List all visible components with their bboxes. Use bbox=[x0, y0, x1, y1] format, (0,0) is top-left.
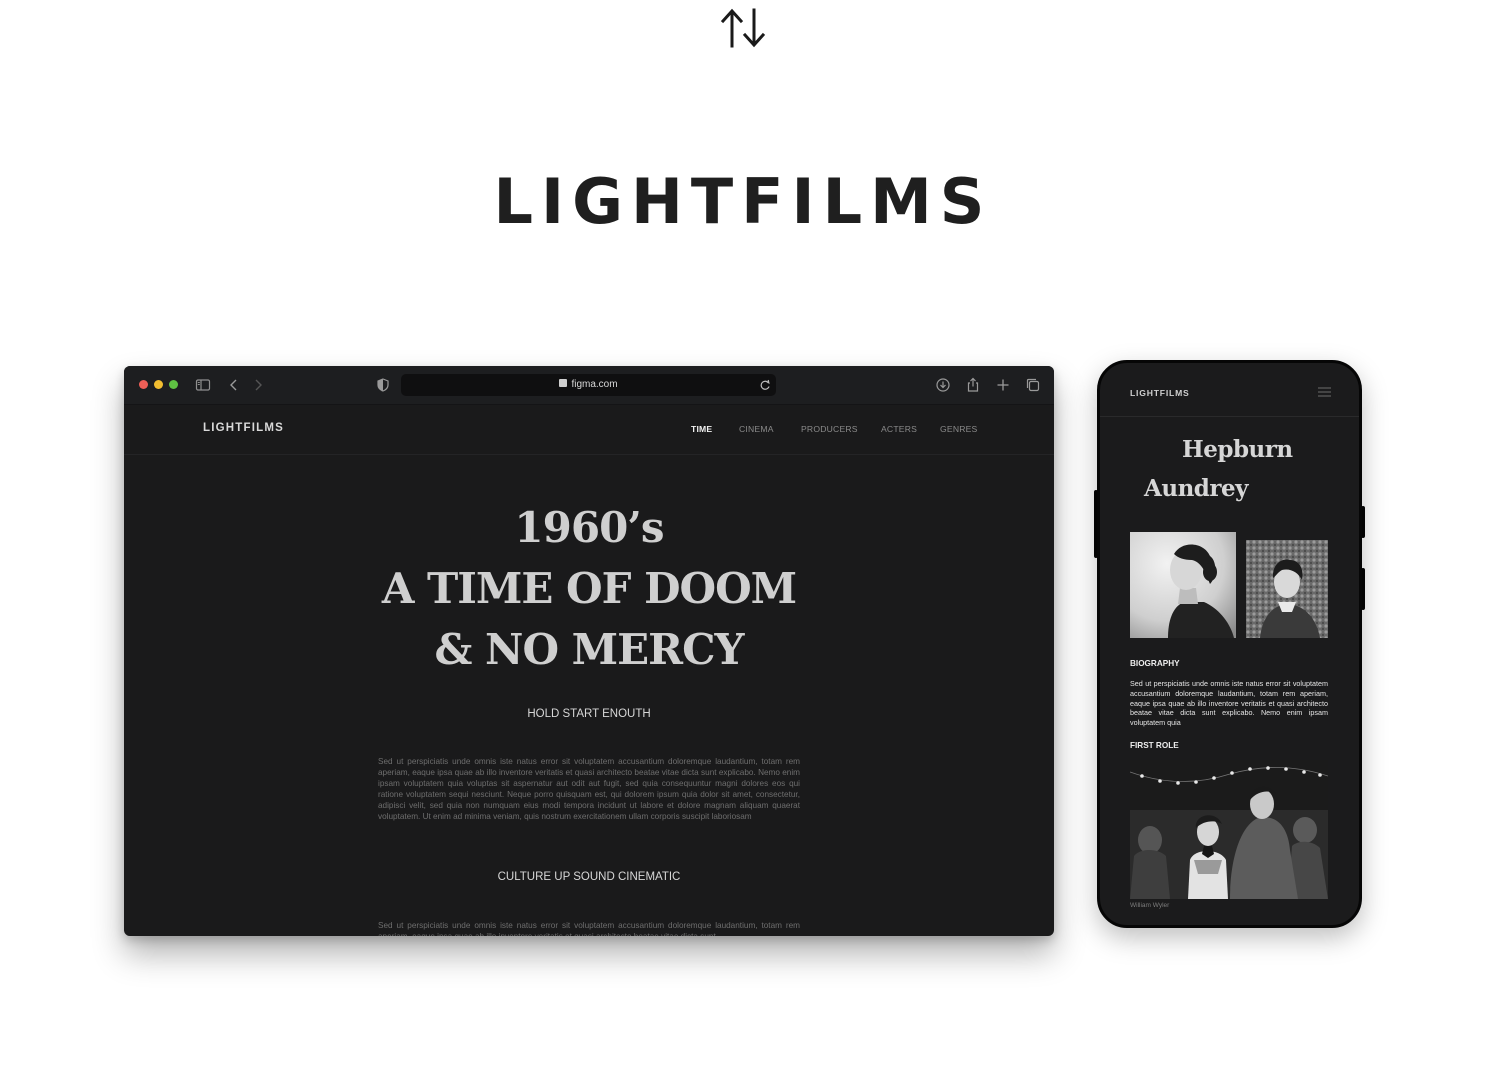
address-bar[interactable]: figma.com bbox=[401, 374, 776, 396]
hero-line-3: & NO MERCY bbox=[434, 625, 745, 674]
nav-item-cinema[interactable]: CINEMA bbox=[739, 424, 774, 434]
back-icon[interactable] bbox=[225, 376, 243, 394]
hamburger-menu-icon[interactable] bbox=[1318, 387, 1331, 397]
section-body-text: Sed ut perspiciatis unde omnis iste natu… bbox=[378, 757, 800, 821]
minimize-window-button[interactable] bbox=[154, 380, 163, 389]
reload-icon[interactable] bbox=[758, 377, 772, 393]
nav-item-time[interactable]: TIME bbox=[691, 424, 712, 434]
actor-name-line-2: Aundrey bbox=[1144, 475, 1249, 502]
tabs-icon[interactable] bbox=[1024, 376, 1042, 394]
biography-text: Sed ut perspiciatis unde omnis iste natu… bbox=[1130, 679, 1328, 728]
lock-icon bbox=[559, 379, 568, 387]
nav-item-genres[interactable]: GENRES bbox=[940, 424, 978, 434]
close-window-button[interactable] bbox=[139, 380, 148, 389]
portrait-photo bbox=[1130, 532, 1236, 638]
photo-caption: William Wyler bbox=[1130, 902, 1170, 909]
portrait-photo-2 bbox=[1246, 540, 1328, 638]
desktop-browser-mockup: figma.com LIGHTFILMS TIME CINEMA PRODUCE… bbox=[124, 366, 1054, 936]
swap-vertical-arrows-icon bbox=[720, 8, 766, 48]
brand-title: LIGHTFILMS bbox=[493, 165, 993, 238]
actor-name-line-1: Hepburn bbox=[1182, 436, 1293, 463]
phone-logo[interactable]: LIGHTFILMS bbox=[1130, 388, 1190, 398]
hero-line-2: A TIME OF DOOM bbox=[381, 564, 797, 613]
share-icon[interactable] bbox=[964, 376, 982, 394]
film-still-photo bbox=[1130, 760, 1328, 899]
nav-item-acters[interactable]: ACTERS bbox=[881, 424, 917, 434]
site-logo[interactable]: LIGHTFILMS bbox=[203, 422, 284, 434]
section-title-hold-start: HOLD START ENOUTH bbox=[527, 708, 651, 720]
section-title-culture: CULTURE UP SOUND CINEMATIC bbox=[497, 871, 681, 883]
nav-item-producers[interactable]: PRODUCERS bbox=[801, 424, 858, 434]
url-text: figma.com bbox=[571, 379, 618, 390]
first-role-heading: FIRST ROLE bbox=[1130, 741, 1179, 750]
section-body-text-2: Sed ut perspiciatis unde omnis iste natu… bbox=[378, 921, 800, 936]
phone-mockup: LIGHTFILMS Hepburn Aundrey BIOGRAPHY Sed… bbox=[1097, 360, 1362, 928]
download-icon[interactable] bbox=[934, 376, 952, 394]
biography-heading: BIOGRAPHY bbox=[1130, 659, 1180, 668]
phone-header: LIGHTFILMS bbox=[1100, 363, 1359, 417]
hero-line-1: 1960’s bbox=[514, 503, 664, 552]
shield-icon[interactable] bbox=[374, 376, 392, 394]
forward-icon[interactable] bbox=[249, 376, 267, 394]
maximize-window-button[interactable] bbox=[169, 380, 178, 389]
browser-toolbar: figma.com bbox=[124, 366, 1054, 405]
new-tab-icon[interactable] bbox=[994, 376, 1012, 394]
site-header: LIGHTFILMS TIME CINEMA PRODUCERS ACTERS … bbox=[124, 404, 1054, 455]
sidebar-icon[interactable] bbox=[194, 376, 212, 394]
